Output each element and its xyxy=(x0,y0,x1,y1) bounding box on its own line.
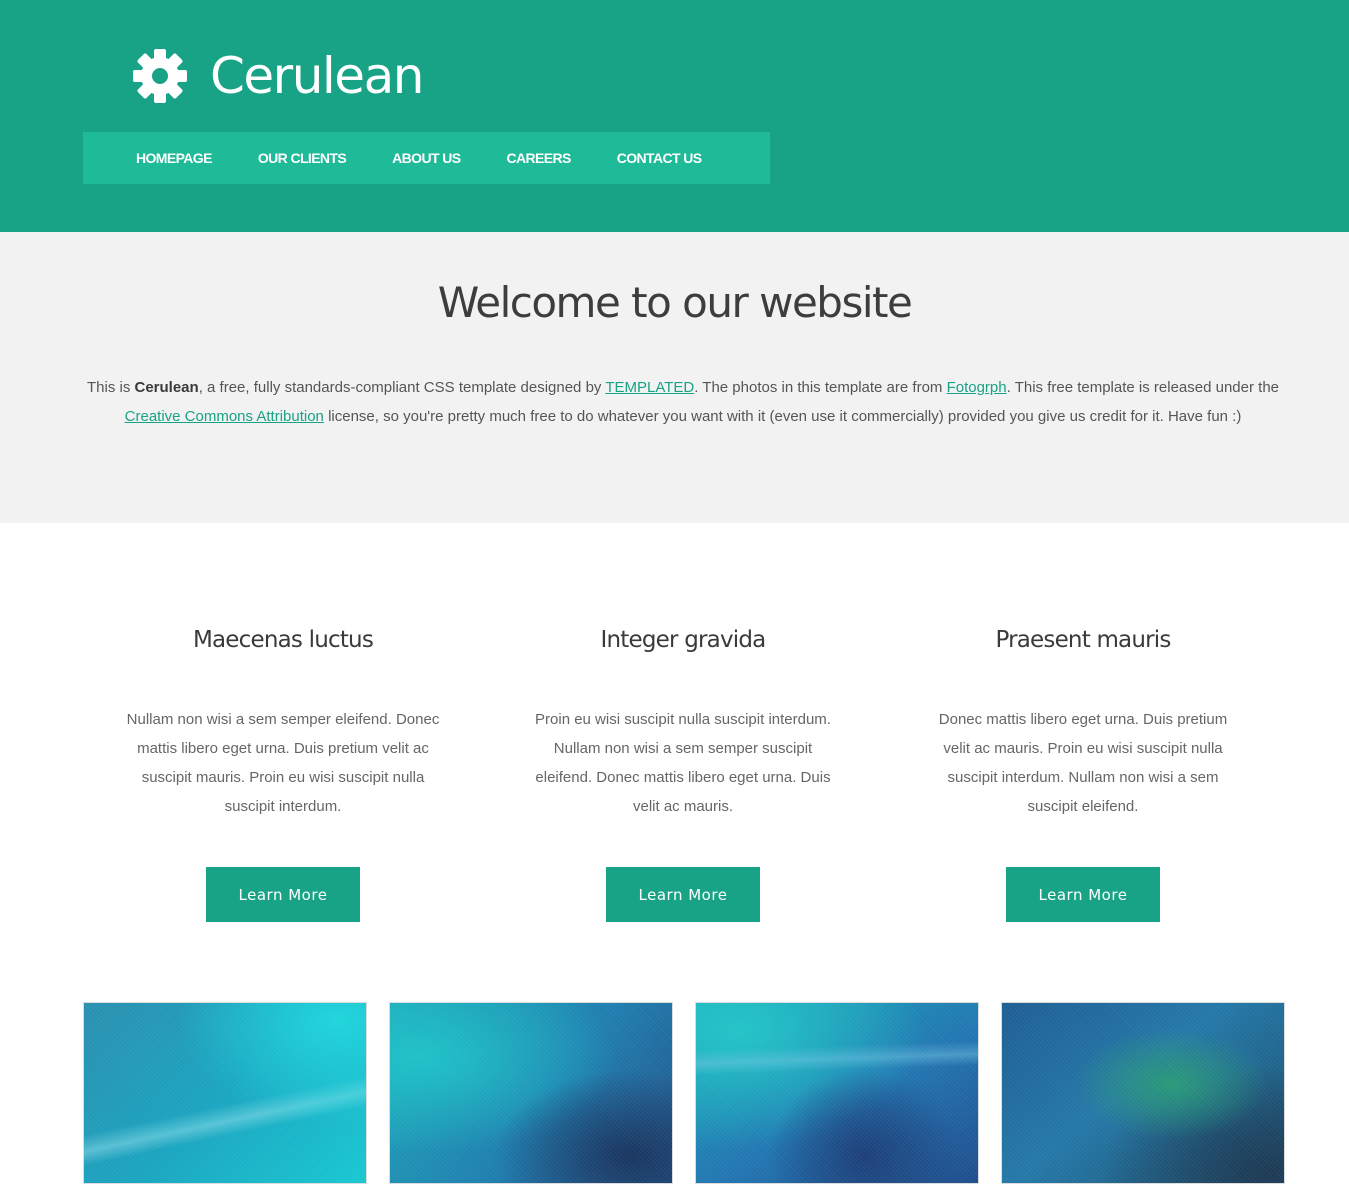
nav-homepage[interactable]: HOMEPAGE xyxy=(136,150,212,166)
intro-text: , a free, fully standards-compliant CSS … xyxy=(198,379,606,396)
welcome-intro: This is Cerulean, a free, fully standard… xyxy=(86,373,1280,431)
site-name: Cerulean xyxy=(210,47,424,105)
learn-more-button[interactable]: Learn More xyxy=(1006,867,1160,922)
feature-title: Integer gravida xyxy=(600,627,767,653)
gallery-image[interactable] xyxy=(389,1002,673,1184)
feature-text: Donec mattis libero eget urna. Duis pret… xyxy=(938,711,1228,815)
feature-column: Integer gravida Proin eu wisi suscipit n… xyxy=(483,600,883,922)
gallery xyxy=(83,1002,1285,1184)
feature-column: Maecenas luctus Nullam non wisi a sem se… xyxy=(83,600,483,922)
nav-about-us[interactable]: ABOUT US xyxy=(392,150,461,166)
gallery-image[interactable] xyxy=(695,1002,979,1184)
nav-careers[interactable]: CAREERS xyxy=(506,150,571,166)
feature-title: Maecenas luctus xyxy=(192,627,374,653)
gallery-image[interactable] xyxy=(83,1002,367,1184)
intro-brand: Cerulean xyxy=(134,379,199,396)
feature-column: Praesent mauris Donec mattis libero eget… xyxy=(883,600,1283,922)
gallery-image[interactable] xyxy=(1001,1002,1285,1184)
learn-more-button[interactable]: Learn More xyxy=(606,867,760,922)
intro-text: license, so you're pretty much free to d… xyxy=(323,408,1242,425)
feature-text: Nullam non wisi a sem semper eleifend. D… xyxy=(126,711,440,815)
welcome-section: Welcome to our website This is Cerulean,… xyxy=(0,232,1349,523)
fotogrph-link[interactable]: Fotogrph xyxy=(947,379,1007,396)
intro-text: . The photos in this template are from xyxy=(694,379,947,396)
site-header: Cerulean HOMEPAGE OUR CLIENTS ABOUT US C… xyxy=(0,0,1349,232)
gear-icon xyxy=(132,48,188,104)
welcome-title: Welcome to our website xyxy=(437,278,913,327)
templated-link[interactable]: TEMPLATED xyxy=(605,379,694,396)
feature-title: Praesent mauris xyxy=(995,627,1171,653)
feature-text: Proin eu wisi suscipit nulla suscipit in… xyxy=(535,711,831,815)
main-nav: HOMEPAGE OUR CLIENTS ABOUT US CAREERS CO… xyxy=(83,132,770,184)
features-section: Maecenas luctus Nullam non wisi a sem se… xyxy=(83,600,1283,940)
nav-contact-us[interactable]: CONTACT US xyxy=(617,150,702,166)
intro-text: This is xyxy=(86,379,135,396)
site-logo[interactable]: Cerulean xyxy=(132,44,424,108)
learn-more-button[interactable]: Learn More xyxy=(206,867,360,922)
nav-our-clients[interactable]: OUR CLIENTS xyxy=(258,150,347,166)
intro-text: . This free template is released under t… xyxy=(1006,379,1279,396)
creative-commons-link[interactable]: Creative Commons Attribution xyxy=(125,408,324,425)
